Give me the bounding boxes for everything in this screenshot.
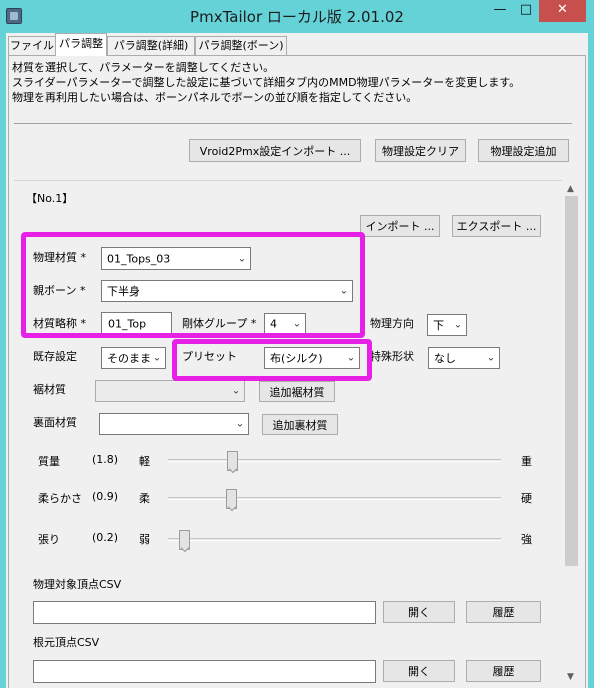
special-shape-select[interactable]: なし ⌄ — [428, 347, 500, 369]
root-csv-input[interactable] — [33, 660, 376, 683]
physics-add-button[interactable]: 物理設定追加 — [478, 139, 569, 162]
mass-max-label: 重 — [521, 455, 532, 468]
physics-direction-label: 物理方向 — [370, 317, 414, 330]
description-line-3: 物理を再利用したい場合は、ボーンパネルでボーンの並び順を指定してください。 — [12, 91, 418, 104]
softness-max-label: 硬 — [521, 492, 532, 505]
root-csv-label: 根元頂点CSV — [33, 636, 100, 649]
tension-max-label: 強 — [521, 533, 532, 546]
special-shape-value: なし — [434, 352, 456, 365]
tension-label: 張り — [38, 533, 60, 546]
mass-min-label: 軽 — [139, 455, 150, 468]
existing-setting-select[interactable]: そのまま ⌄ — [101, 347, 166, 369]
description-line-2: スライダーパラメーターで調整した設定に基づいて詳細タブ内のMMD物理パラメーター… — [12, 76, 521, 89]
scroll-up-arrow-icon[interactable]: ▲ — [562, 182, 579, 196]
vertex-csv-history-button[interactable]: 履歴 — [466, 601, 541, 623]
tab-param-bone[interactable]: パラ調整(ボーン) — [195, 36, 287, 55]
scrollbar-thumb[interactable] — [565, 196, 578, 566]
root-csv-history-button[interactable]: 履歴 — [466, 660, 541, 682]
description-line-1: 材質を選択して、パラメーターを調整してください。 — [12, 61, 275, 74]
tab-param-detail[interactable]: パラ調整(詳細) — [107, 36, 195, 55]
softness-slider-thumb[interactable] — [226, 489, 237, 509]
chevron-down-icon: ⌄ — [152, 352, 162, 364]
special-shape-label: 特殊形状 — [370, 350, 414, 363]
minimize-button[interactable]: — — [487, 0, 513, 22]
tension-slider-track[interactable] — [168, 538, 501, 541]
vertex-csv-input[interactable] — [33, 601, 376, 624]
tab-file[interactable]: ファイル — [8, 36, 56, 55]
import-button[interactable]: インポート ... — [360, 215, 440, 237]
existing-setting-label: 既存設定 — [33, 350, 77, 363]
mass-slider-thumb[interactable] — [227, 451, 238, 471]
panel-heading: 【No.1】 — [26, 192, 74, 205]
maximize-button[interactable]: □ — [513, 0, 539, 22]
softness-min-label: 柔 — [139, 492, 150, 505]
tension-value: (0.2) — [92, 531, 119, 544]
softness-value: (0.9) — [92, 490, 119, 503]
tension-min-label: 弱 — [139, 533, 150, 546]
chevron-down-icon: ⌄ — [453, 319, 463, 331]
softness-slider-track[interactable] — [168, 497, 501, 500]
add-back-material-button[interactable]: 追加裏材質 — [262, 414, 338, 435]
vertex-csv-open-button[interactable]: 開く — [383, 601, 455, 623]
back-material-select[interactable]: ⌄ — [99, 413, 249, 435]
physics-direction-value: 下 — [433, 319, 444, 332]
close-button[interactable]: ✕ — [539, 0, 586, 22]
physics-direction-select[interactable]: 下 ⌄ — [427, 314, 467, 336]
chevron-down-icon: ⌄ — [486, 352, 496, 364]
hem-material-select[interactable]: ⌄ — [95, 380, 245, 402]
root-csv-open-button[interactable]: 開く — [383, 660, 455, 682]
mass-label: 質量 — [38, 455, 60, 468]
highlight-box-preset — [172, 339, 372, 381]
separator — [14, 123, 572, 124]
highlight-box-required-fields — [21, 232, 365, 338]
hem-material-label: 裾材質 — [33, 383, 66, 396]
chevron-down-icon: ⌄ — [235, 418, 245, 430]
physics-clear-button[interactable]: 物理設定クリア — [375, 139, 466, 162]
mass-value: (1.8) — [92, 453, 119, 466]
mass-slider-track[interactable] — [168, 459, 501, 462]
chevron-down-icon: ⌄ — [231, 385, 241, 397]
vertex-csv-label: 物理対象頂点CSV — [33, 578, 122, 591]
softness-label: 柔らかさ — [38, 492, 82, 505]
vroid2pmx-import-button[interactable]: Vroid2Pmx設定インポート ... — [189, 139, 361, 162]
add-hem-material-button[interactable]: 追加裾材質 — [259, 381, 335, 402]
export-button[interactable]: エクスポート ... — [452, 215, 541, 237]
tab-param-adjust[interactable]: パラ調整 — [55, 33, 107, 56]
tension-slider-thumb[interactable] — [179, 530, 190, 550]
panel-divider — [14, 180, 562, 181]
back-material-label: 裏面材質 — [33, 416, 77, 429]
scroll-down-arrow-icon[interactable]: ▼ — [562, 670, 579, 684]
existing-setting-value: そのまま — [107, 352, 151, 365]
